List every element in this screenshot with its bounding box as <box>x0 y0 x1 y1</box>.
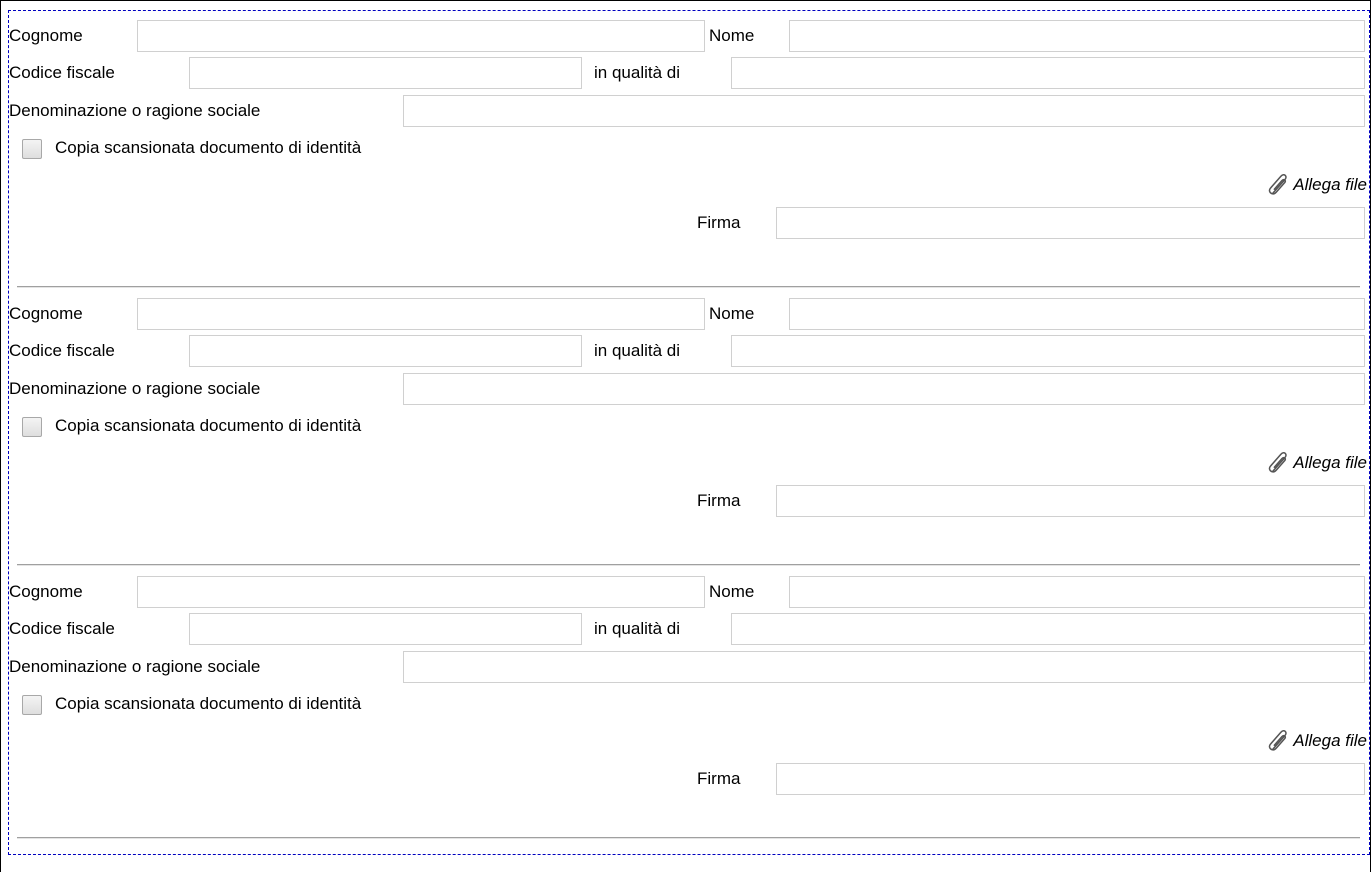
block-separator <box>17 837 1360 839</box>
id-document-label: Copia scansionata documento di identità <box>55 694 362 713</box>
signature-row: Firma <box>9 205 1369 241</box>
signers-section: Cognome Nome Codice fiscale in qualità d… <box>8 10 1370 855</box>
paperclip-icon <box>1269 730 1287 751</box>
name-row: Cognome Nome <box>9 18 1369 54</box>
company-row: Denominazione o ragione sociale <box>9 93 1369 129</box>
signature-row: Firma <box>9 483 1369 519</box>
company-input[interactable] <box>403 651 1365 683</box>
tax-code-input[interactable] <box>189 335 582 367</box>
signature-row: Firma <box>9 761 1369 797</box>
company-label: Denominazione o ragione sociale <box>9 379 261 398</box>
name-row: Cognome Nome <box>9 296 1369 332</box>
company-row: Denominazione o ragione sociale <box>9 649 1369 685</box>
id-document-checkbox[interactable] <box>22 695 42 715</box>
surname-label: Cognome <box>9 304 83 323</box>
attach-file-label: Allega file <box>1293 731 1367 750</box>
name-input[interactable] <box>789 298 1365 330</box>
signature-label: Firma <box>697 491 741 510</box>
id-document-label: Copia scansionata documento di identità <box>55 416 362 435</box>
surname-label: Cognome <box>9 582 83 601</box>
id-document-checkbox[interactable] <box>22 417 42 437</box>
id-document-row: Copia scansionata documento di identità <box>9 130 1369 166</box>
tax-code-input[interactable] <box>189 57 582 89</box>
tax-code-label: Codice fiscale <box>9 63 115 82</box>
attach-file-link[interactable]: Allega file <box>1266 728 1367 754</box>
attach-file-link[interactable]: Allega file <box>1266 450 1367 476</box>
company-label: Denominazione o ragione sociale <box>9 657 261 676</box>
signature-input[interactable] <box>776 485 1365 517</box>
signature-input[interactable] <box>776 763 1365 795</box>
role-label: in qualità di <box>594 341 681 360</box>
role-input[interactable] <box>731 57 1365 89</box>
signature-label: Firma <box>697 213 741 232</box>
role-label: in qualità di <box>594 619 681 638</box>
attach-file-label: Allega file <box>1293 453 1367 472</box>
attach-row: Allega file <box>9 446 1369 482</box>
attach-file-link[interactable]: Allega file <box>1266 172 1367 198</box>
id-document-label: Copia scansionata documento di identità <box>55 138 362 157</box>
role-input[interactable] <box>731 613 1365 645</box>
company-input[interactable] <box>403 95 1365 127</box>
name-label: Nome <box>709 582 755 601</box>
tax-code-label: Codice fiscale <box>9 341 115 360</box>
tax-code-label: Codice fiscale <box>9 619 115 638</box>
attach-row: Allega file <box>9 168 1369 204</box>
block-separator <box>17 564 1360 566</box>
paperclip-icon <box>1269 174 1287 195</box>
tax-code-input[interactable] <box>189 613 582 645</box>
attach-file-label: Allega file <box>1293 175 1367 194</box>
signature-label: Firma <box>697 769 741 788</box>
tax-code-row: Codice fiscale in qualità di <box>9 611 1369 647</box>
tax-code-row: Codice fiscale in qualità di <box>9 333 1369 369</box>
attach-row: Allega file <box>9 724 1369 760</box>
name-label: Nome <box>709 26 755 45</box>
id-document-row: Copia scansionata documento di identità <box>9 686 1369 722</box>
signer-block-2: Cognome Nome Codice fiscale in qualità d… <box>9 289 1369 566</box>
company-input[interactable] <box>403 373 1365 405</box>
company-row: Denominazione o ragione sociale <box>9 371 1369 407</box>
role-input[interactable] <box>731 335 1365 367</box>
signer-block-3: Cognome Nome Codice fiscale in qualità d… <box>9 567 1369 844</box>
name-input[interactable] <box>789 20 1365 52</box>
name-row: Cognome Nome <box>9 574 1369 610</box>
paperclip-icon <box>1269 452 1287 473</box>
block-separator <box>17 286 1360 288</box>
surname-label: Cognome <box>9 26 83 45</box>
company-label: Denominazione o ragione sociale <box>9 101 261 120</box>
id-document-checkbox[interactable] <box>22 139 42 159</box>
role-label: in qualità di <box>594 63 681 82</box>
surname-input[interactable] <box>137 20 705 52</box>
signature-input[interactable] <box>776 207 1365 239</box>
name-input[interactable] <box>789 576 1365 608</box>
signer-block-1: Cognome Nome Codice fiscale in qualità d… <box>9 11 1369 288</box>
id-document-row: Copia scansionata documento di identità <box>9 408 1369 444</box>
tax-code-row: Codice fiscale in qualità di <box>9 55 1369 91</box>
surname-input[interactable] <box>137 576 705 608</box>
name-label: Nome <box>709 304 755 323</box>
surname-input[interactable] <box>137 298 705 330</box>
